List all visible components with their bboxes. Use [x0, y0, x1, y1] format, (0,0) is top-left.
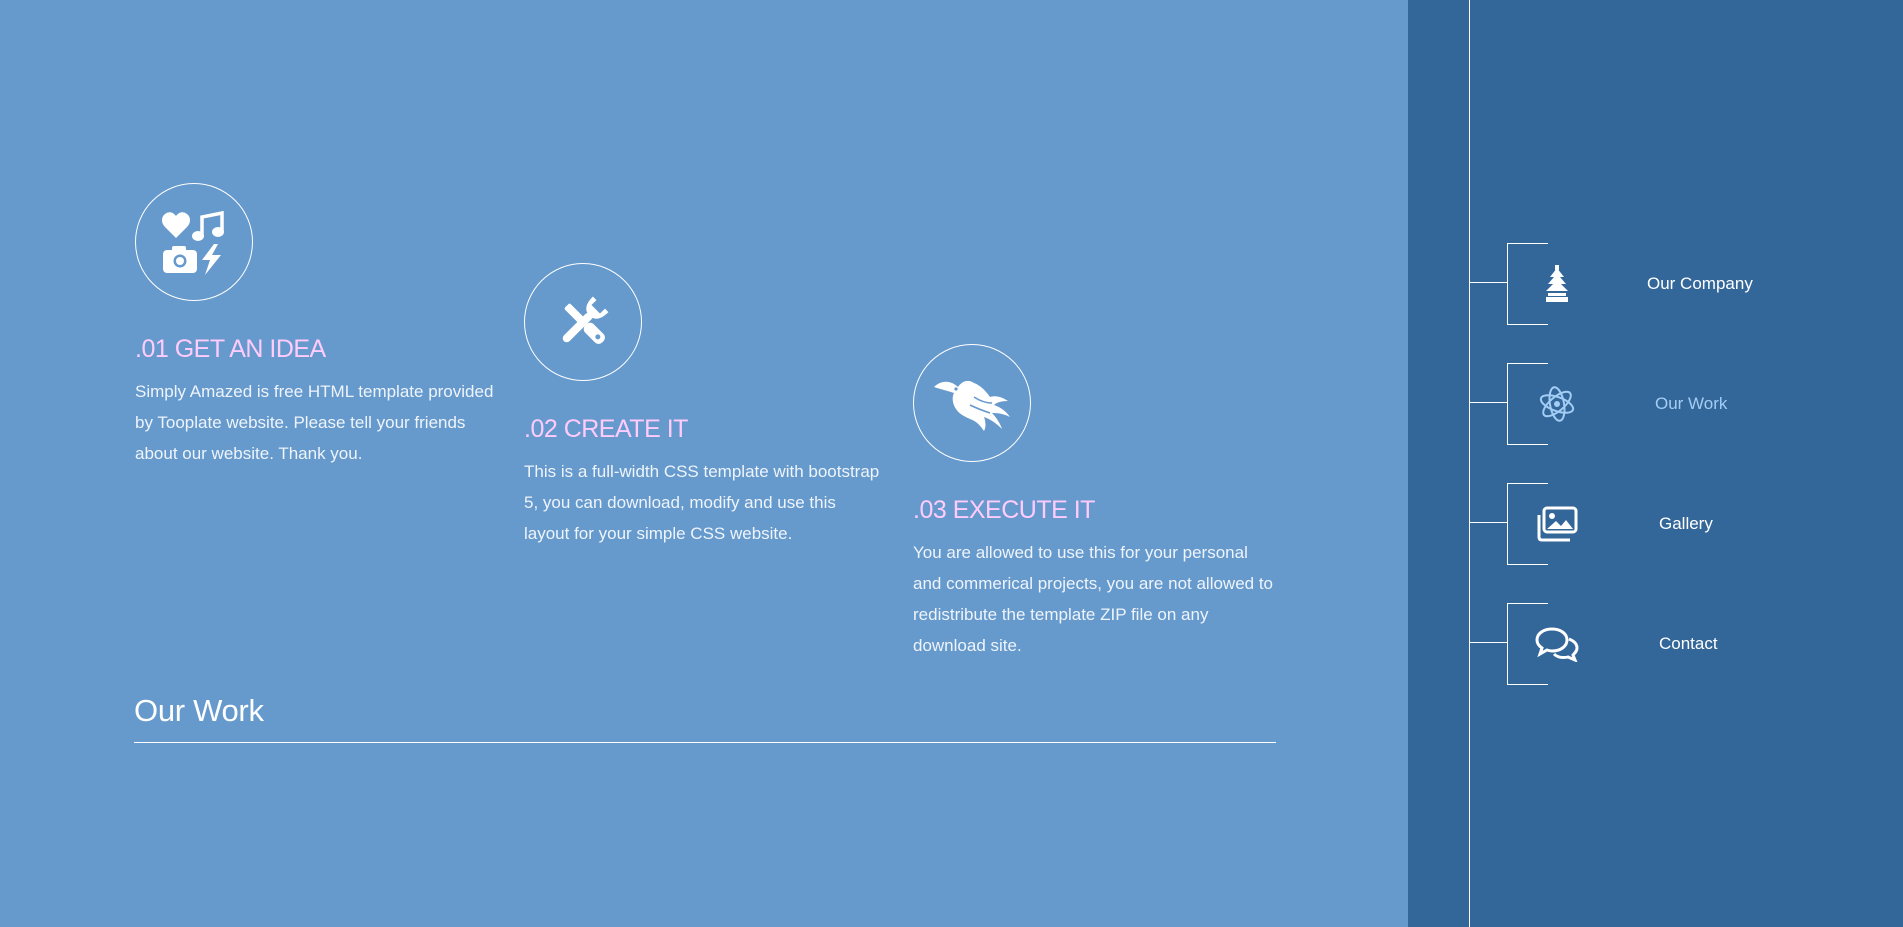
step-title: .01 GET AN IDEA	[135, 335, 326, 363]
step-title: .02 CREATE IT	[524, 415, 688, 443]
chat-bubbles-icon	[1535, 622, 1579, 666]
section-title: Our Work	[134, 693, 264, 728]
nav-connector	[1470, 282, 1507, 283]
nav-item-gallery[interactable]: Gallery	[1470, 483, 1870, 565]
phoenix-icon	[934, 380, 1010, 431]
nav-label: Our Company	[1647, 274, 1753, 293]
tools-icon	[562, 296, 609, 344]
images-icon	[1535, 502, 1579, 546]
nav-label: Our Work	[1655, 394, 1728, 413]
sidebar-nav: Our Company Our Work Gallery Contact	[1408, 0, 1903, 927]
step-description: You are allowed to use this for your per…	[913, 543, 1274, 655]
main-content: .01 GET AN IDEA Simply Amazed is free HT…	[0, 0, 1408, 927]
section-divider	[134, 742, 1276, 743]
tree-icon	[1535, 262, 1579, 306]
heart-music-camera-bolt-icon	[162, 210, 224, 275]
sidebar-vertical-line	[1469, 0, 1470, 927]
atom-icon	[1535, 382, 1579, 426]
step-description: Simply Amazed is free HTML template prov…	[135, 382, 494, 463]
step-description: This is a full-width CSS template with b…	[524, 462, 880, 543]
nav-connector	[1470, 642, 1507, 643]
nav-item-our-company[interactable]: Our Company	[1470, 243, 1870, 325]
step-create-it: .02 CREATE IT This is a full-width CSS t…	[524, 263, 884, 549]
step-get-an-idea: .01 GET AN IDEA Simply Amazed is free HT…	[135, 183, 495, 469]
nav-item-our-work[interactable]: Our Work	[1470, 363, 1870, 445]
step-icon-circle	[524, 263, 642, 381]
nav-item-contact[interactable]: Contact	[1470, 603, 1870, 685]
step-icon-circle	[913, 344, 1031, 462]
step-icon-circle	[135, 183, 253, 301]
nav-connector	[1470, 402, 1507, 403]
step-title: .03 EXECUTE IT	[913, 496, 1095, 524]
step-execute-it: .03 EXECUTE IT You are allowed to use th…	[913, 344, 1273, 661]
nav-label: Gallery	[1659, 514, 1713, 533]
nav-connector	[1470, 522, 1507, 523]
nav-label: Contact	[1659, 634, 1718, 653]
